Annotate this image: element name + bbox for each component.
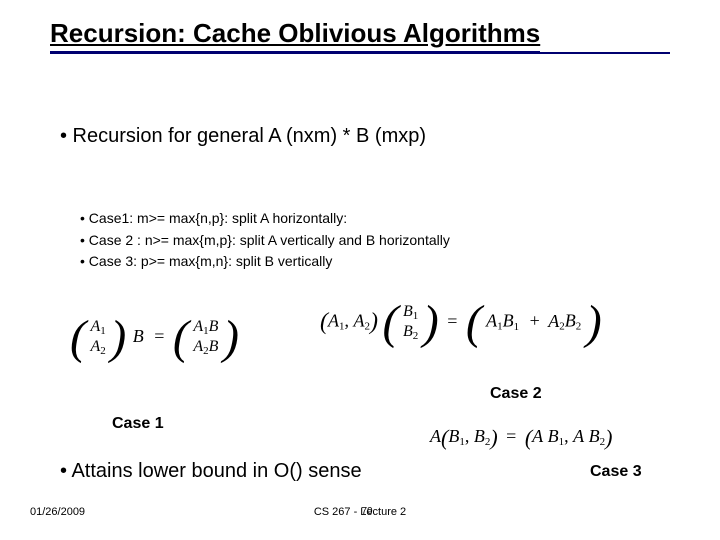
case-2-label: Case 2 xyxy=(490,385,542,403)
case-2-text: • Case 2 : n>= max{m,p}: split A vertica… xyxy=(80,230,450,252)
title-rule xyxy=(50,52,670,54)
slide: Recursion: Cache Oblivious Algorithms • … xyxy=(0,0,720,540)
slide-title: Recursion: Cache Oblivious Algorithms xyxy=(50,18,540,53)
case-1-label: Case 1 xyxy=(112,415,164,433)
case-bullets: • Case1: m>= max{n,p}: split A horizonta… xyxy=(80,208,450,273)
case-1-text: • Case1: m>= max{n,p}: split A horizonta… xyxy=(80,208,450,230)
title-wrap: Recursion: Cache Oblivious Algorithms xyxy=(0,0,720,53)
case-3-label: Case 3 xyxy=(590,463,642,481)
case-3-text: • Case 3: p>= max{m,n}: split B vertical… xyxy=(80,251,450,273)
footer-course: CS 267 - Lecture 2 xyxy=(0,506,720,518)
main-bullet: • Recursion for general A (nxm) * B (mxp… xyxy=(60,125,426,148)
lower-bound-bullet: • Attains lower bound in O() sense xyxy=(60,460,362,483)
equation-case-3: A(B1, B2) = (A B1, A B2) xyxy=(430,425,612,451)
equation-case-2: (A1, A2) ( B1 B2 ) = ( A1B1 + A2B2 ) xyxy=(320,295,602,350)
equations-area: ( A1 A2 ) B = ( A1B A2B ) (A1, A2) ( B1 … xyxy=(0,290,720,410)
equation-case-1: ( A1 A2 ) B = ( A1B A2B ) xyxy=(70,310,239,365)
